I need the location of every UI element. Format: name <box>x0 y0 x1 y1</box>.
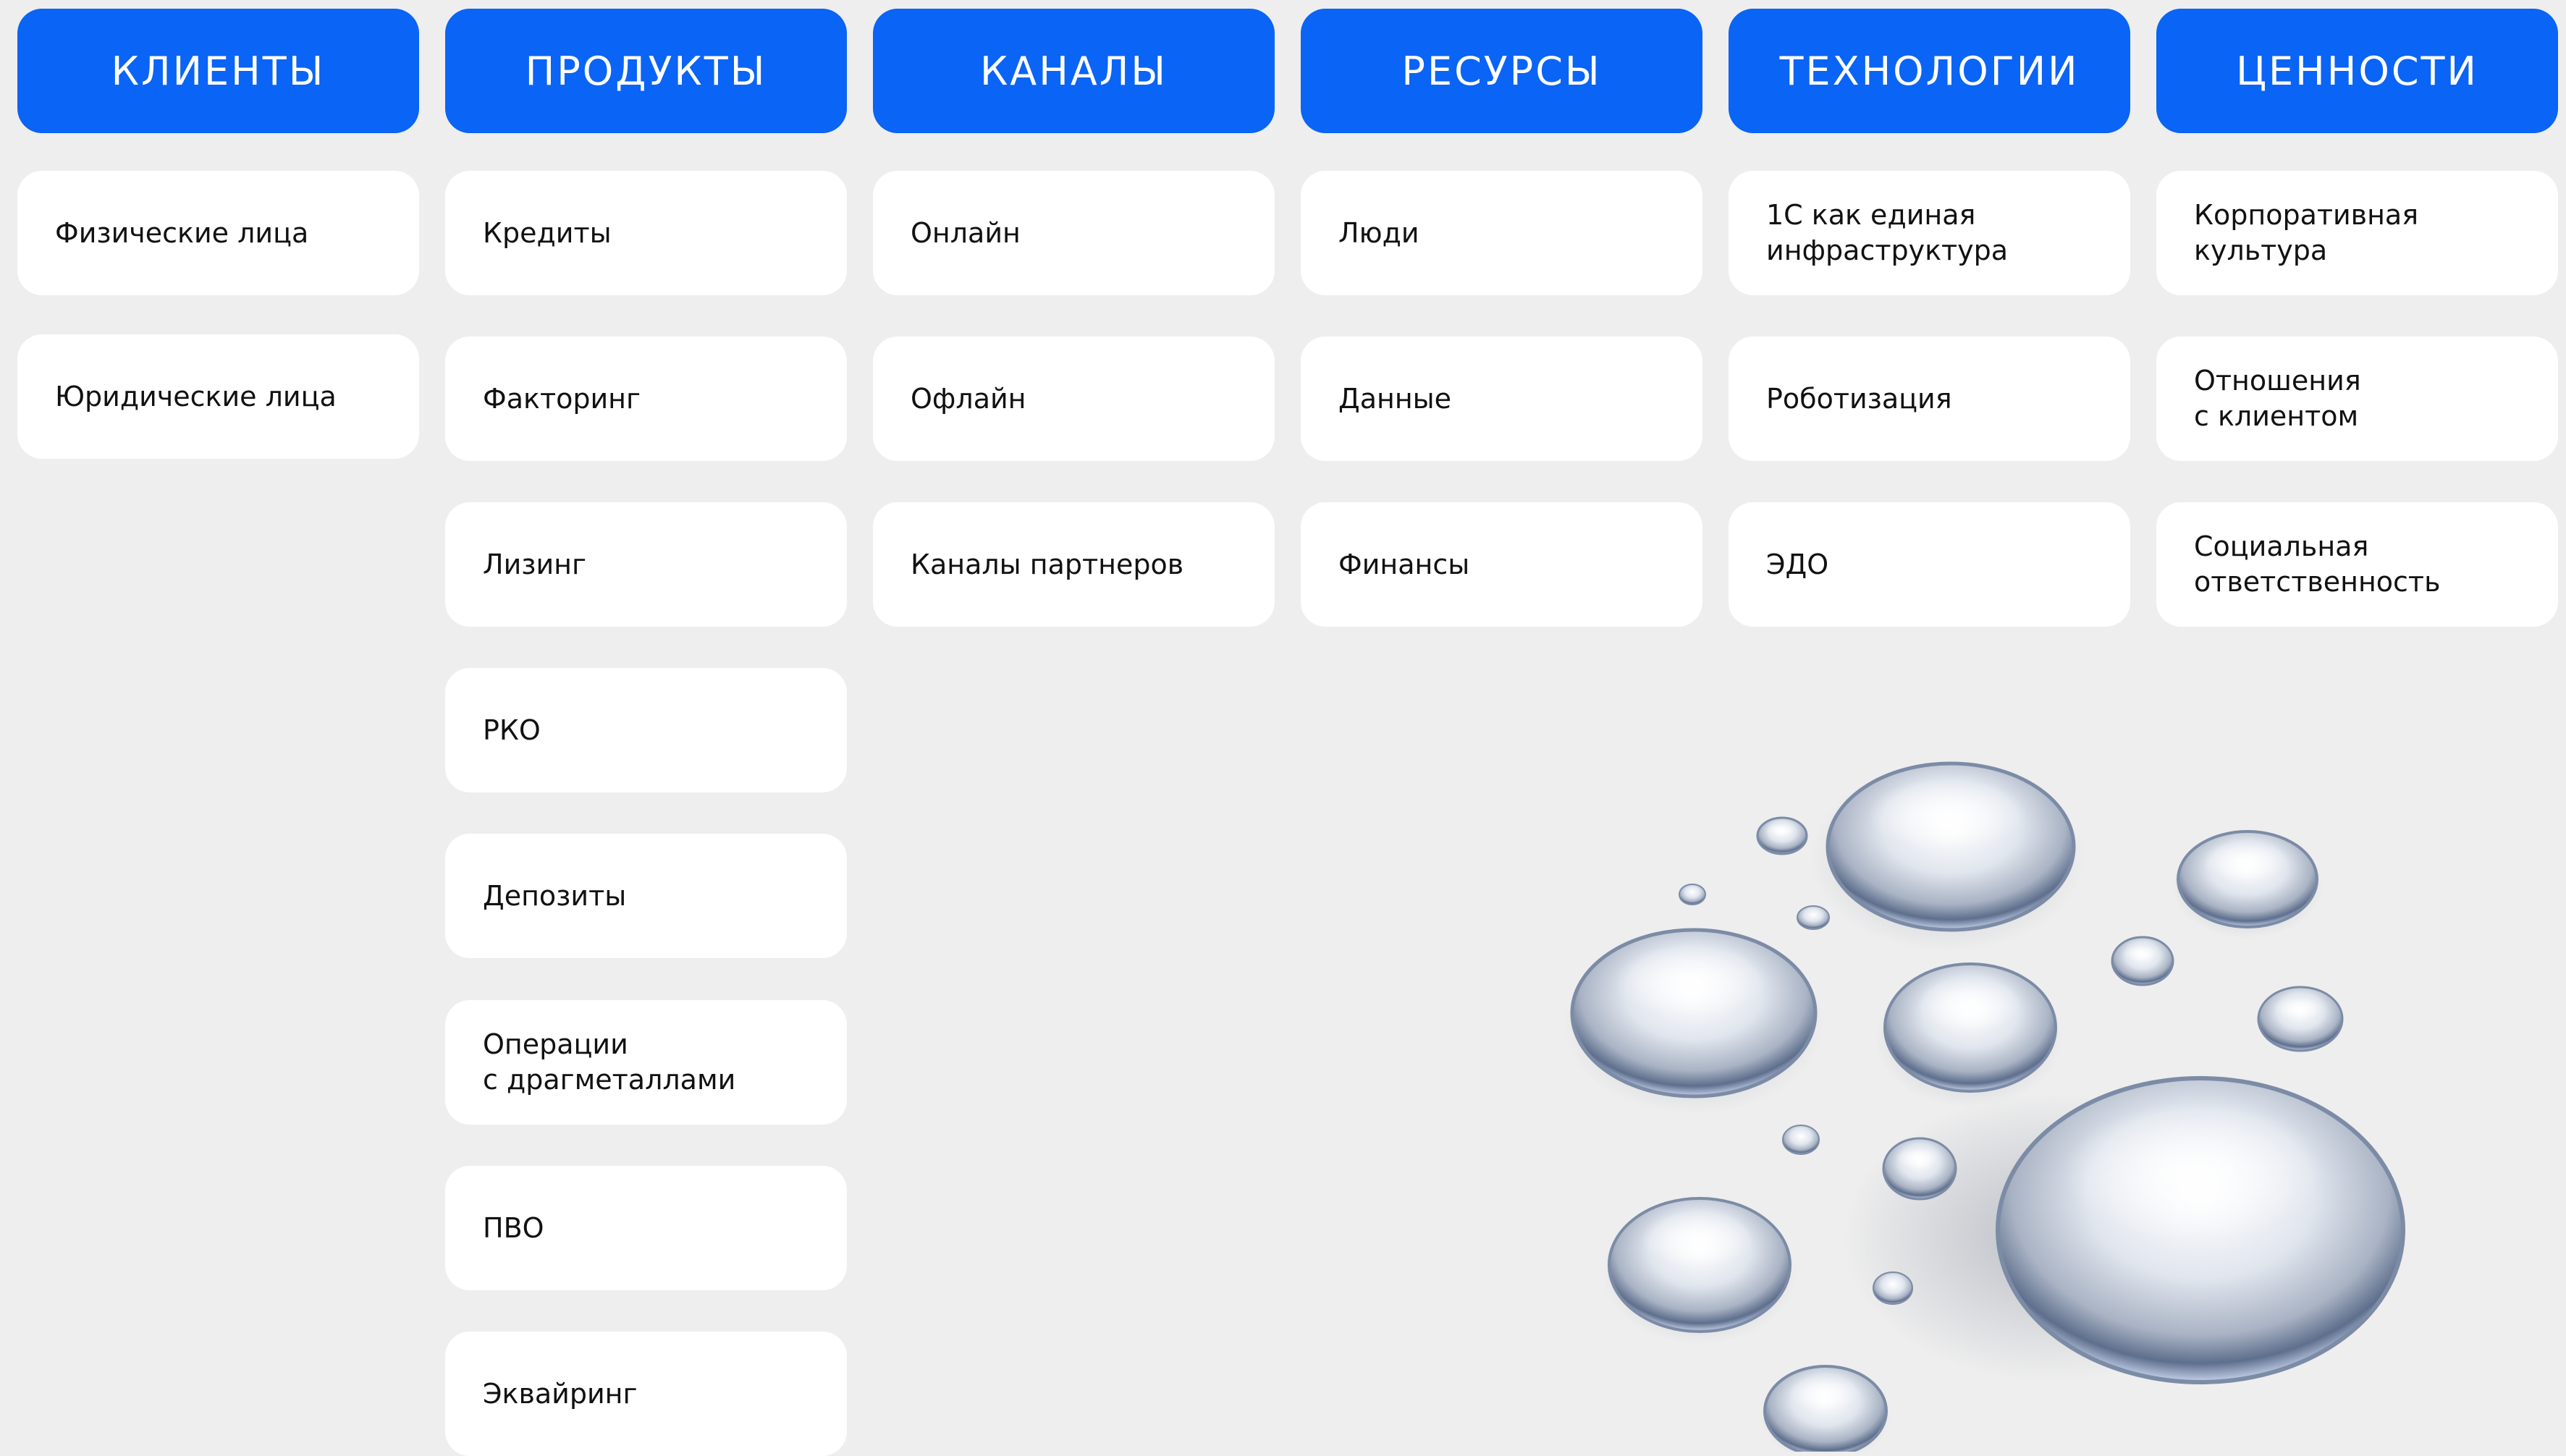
card: Люди <box>1301 171 1702 295</box>
card-label: Эквайринг <box>483 1377 638 1410</box>
card-label: Социальная ответственность <box>2194 530 2441 598</box>
column-header: ЦЕННОСТИ <box>2156 9 2558 133</box>
card: Социальная ответственность <box>2156 502 2558 627</box>
card: Каналы партнеров <box>873 502 1275 627</box>
card-label: Физические лица <box>55 216 309 249</box>
card-label: Юридические лица <box>55 380 337 412</box>
card-label: РКО <box>483 714 541 746</box>
card-label: Депозиты <box>483 879 627 912</box>
column-header: ПРОДУКТЫ <box>445 9 847 133</box>
card: Отношения с клиентом <box>2156 337 2558 461</box>
card-label: Отношения с клиентом <box>2194 365 2361 432</box>
column-header: РЕСУРСЫ <box>1301 9 1702 133</box>
card: Лизинг <box>445 502 847 627</box>
card-label: Люди <box>1338 216 1419 249</box>
card: Офлайн <box>873 337 1275 461</box>
card: РКО <box>445 668 847 792</box>
card-label: Кредиты <box>483 216 612 249</box>
card-label: Операции с драгметаллами <box>483 1028 736 1096</box>
card-label: Данные <box>1338 382 1452 415</box>
card: Депозиты <box>445 834 847 958</box>
card: Юридические лица <box>17 334 419 459</box>
business-model-board: КЛИЕНТЫ Физические лица Юридические лица… <box>0 0 2566 1456</box>
card: Роботизация <box>1729 337 2130 461</box>
card-label: Факторинг <box>483 382 641 415</box>
card: Кредиты <box>445 171 847 295</box>
card: Физические лица <box>17 171 419 295</box>
card: Корпоративная культура <box>2156 171 2558 295</box>
card-label: Лизинг <box>483 548 586 580</box>
card: Операции с драгметаллами <box>445 1000 847 1125</box>
column-header: КАНАЛЫ <box>873 9 1275 133</box>
card-label: ПВО <box>483 1211 544 1244</box>
card-label: Финансы <box>1338 548 1470 580</box>
card: ЭДО <box>1729 502 2130 627</box>
column-header: КЛИЕНТЫ <box>17 9 419 133</box>
column-header: ТЕХНОЛОГИИ <box>1729 9 2130 133</box>
card-label: Онлайн <box>911 216 1021 249</box>
card-label: ЭДО <box>1766 548 1829 580</box>
card: Факторинг <box>445 337 847 461</box>
card: ПВО <box>445 1166 847 1290</box>
card-label: Роботизация <box>1766 382 1952 415</box>
card-label: 1С как единая инфраструктура <box>1766 199 2009 266</box>
card-label: Корпоративная культура <box>2194 199 2419 266</box>
card: Онлайн <box>873 171 1275 295</box>
card-label: Офлайн <box>911 382 1026 415</box>
card: Данные <box>1301 337 1702 461</box>
card: Финансы <box>1301 502 1702 627</box>
card: Эквайринг <box>445 1332 847 1456</box>
card: 1С как единая инфраструктура <box>1729 171 2130 295</box>
card-label: Каналы партнеров <box>911 548 1184 580</box>
